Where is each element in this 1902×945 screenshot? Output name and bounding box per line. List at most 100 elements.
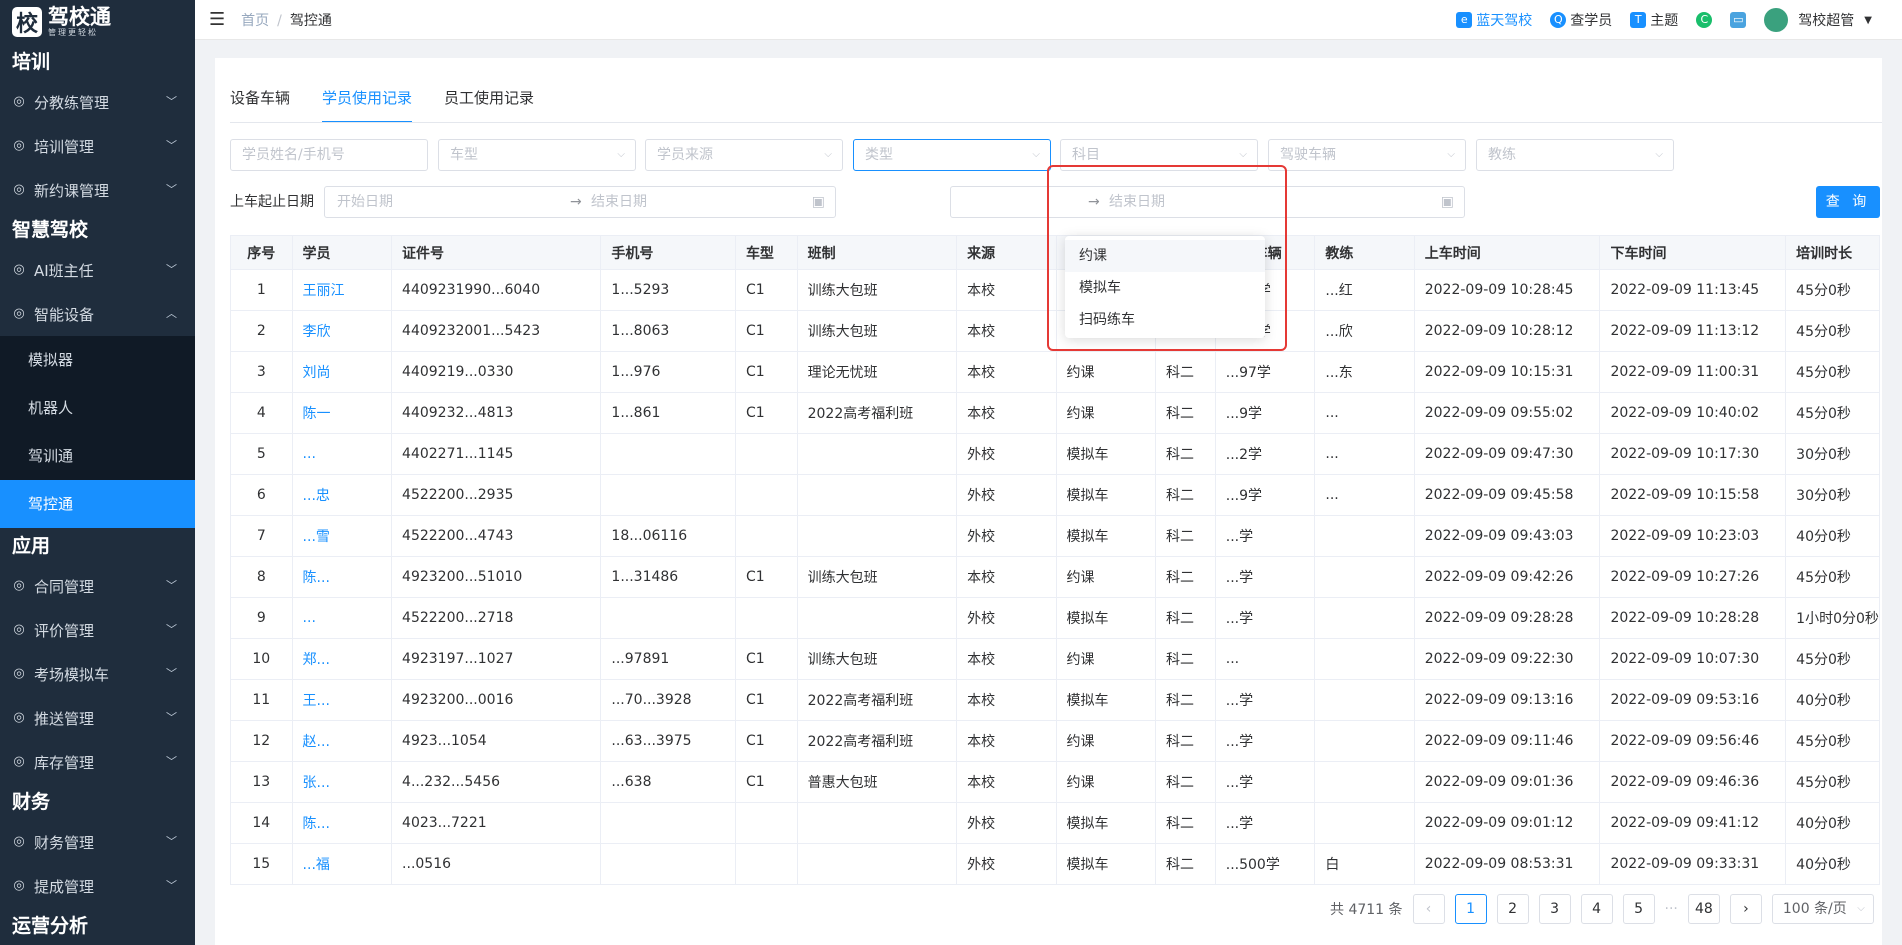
table-cell: 科二 <box>1155 597 1216 639</box>
table-cell: 2022-09-09 11:00:31 <box>1599 351 1787 393</box>
theme-link[interactable]: T 主题 <box>1630 10 1678 30</box>
table-cell: 2022-09-09 10:07:30 <box>1599 638 1787 680</box>
table-cell[interactable]: ... <box>291 597 393 639</box>
table-cell: ...学 <box>1214 720 1316 762</box>
sidebar-item[interactable]: ◎ 分教练管理 ﹀ <box>0 80 195 124</box>
table-cell <box>600 843 736 885</box>
table-cell[interactable]: 郑... <box>291 638 393 680</box>
sidebar-item[interactable]: ◎ AI班主任 ﹀ <box>0 248 195 292</box>
tab-student-records[interactable]: 学员使用记录 <box>322 80 413 123</box>
sidebar-item[interactable]: ◎ 财务管理 ﹀ <box>0 820 195 864</box>
table-row: 15 ...福 ...0516 外校 模拟车 科二 ...500学白 2022-09-09 0… <box>230 843 1880 885</box>
table-cell[interactable]: 刘尚 <box>291 351 393 393</box>
table-cell: 1小时0分0秒 <box>1785 597 1880 639</box>
sidebar-item[interactable]: ◎ 培训管理 ﹀ <box>0 124 195 168</box>
table-cell: 模拟车 <box>1055 843 1156 885</box>
query-button[interactable]: 查 询 <box>1816 186 1880 218</box>
page-3[interactable]: 3 <box>1538 894 1571 924</box>
table-cell <box>734 597 798 639</box>
table-cell: 2022-09-09 10:15:31 <box>1413 351 1601 393</box>
logo: 校 驾校通 管理更轻松 <box>0 0 195 44</box>
car-type-select[interactable]: 车型 ⌵ <box>438 139 636 171</box>
page-4[interactable]: 4 <box>1580 894 1613 924</box>
page-5[interactable]: 5 <box>1622 894 1655 924</box>
sidebar-item[interactable]: ◎ 新约课管理 ﹀ <box>0 168 195 212</box>
column-header: 培训时长 <box>1785 235 1880 270</box>
next-page-button[interactable]: › <box>1729 894 1762 924</box>
table-cell[interactable]: ...福 <box>291 843 393 885</box>
chevron-down-icon: ﹀ <box>166 183 177 196</box>
table-cell: 40分0秒 <box>1785 802 1880 844</box>
pager-ellipsis[interactable]: ··· <box>1665 901 1678 917</box>
column-header: 学员 <box>291 235 393 270</box>
vehicle-select[interactable]: 驾驶车辆 ⌵ <box>1268 139 1466 171</box>
sidebar-item-label: 合同管理 <box>34 577 95 596</box>
page-2[interactable]: 2 <box>1496 894 1529 924</box>
tab-devices[interactable]: 设备车辆 <box>230 80 290 116</box>
sidebar-item[interactable]: ◎ 推送管理 ﹀ <box>0 696 195 740</box>
table-row: 4 陈一 4409232...4813 1...861 C1 2022高考福利班 本校 约课科… <box>230 392 1880 434</box>
coach-select[interactable]: 教练 ⌵ <box>1476 139 1674 171</box>
table-cell[interactable]: 王... <box>291 679 393 721</box>
refresh-icon[interactable]: C <box>1696 12 1713 28</box>
table-cell[interactable]: 陈一 <box>291 392 393 434</box>
user-menu[interactable]: 驾校超管 ▼ <box>1764 8 1872 32</box>
table-cell: 40分0秒 <box>1785 515 1880 557</box>
screen-icon[interactable]: ▭ <box>1730 12 1747 28</box>
sidebar-section-title: 财务 <box>12 791 51 813</box>
chevron-down-icon: ﹀ <box>166 667 177 680</box>
table-cell: 模拟车 <box>1055 433 1156 475</box>
table-cell: 2022-09-09 09:01:12 <box>1413 802 1601 844</box>
message-icon: ◎ <box>13 138 25 153</box>
page-size-select[interactable]: 100 条/页 ⌵ <box>1771 894 1874 924</box>
date-range-picker[interactable]: 开始日期 → 结束日期 ▣ <box>324 186 836 218</box>
page-last[interactable]: 48 <box>1687 894 1720 924</box>
table-cell: 2022-09-09 09:45:58 <box>1413 474 1601 516</box>
hamburger-icon[interactable]: ☰ <box>209 9 225 30</box>
chevron-up-icon: ︿ <box>166 307 177 320</box>
table-cell[interactable]: 张... <box>291 761 393 803</box>
table-cell: 45分0秒 <box>1785 761 1880 803</box>
sidebar-item[interactable]: ◎ 库存管理 ﹀ <box>0 740 195 784</box>
page-1[interactable]: 1 <box>1454 894 1487 924</box>
table-cell <box>796 802 958 844</box>
search-student-link[interactable]: Q 查学员 <box>1550 10 1612 30</box>
chevron-down-icon: ⌵ <box>617 149 625 160</box>
sidebar-subitem[interactable]: 驾控通 <box>0 480 195 528</box>
table-cell[interactable]: 王丽江 <box>291 269 393 311</box>
table-cell: 4522200...2935 <box>391 474 602 516</box>
tab-staff-records[interactable]: 员工使用记录 <box>444 80 534 116</box>
table-cell[interactable]: ...忠 <box>291 474 393 516</box>
table-row: 3 刘尚 4409219...0330 1...976 C1 理论无忧班 本校 约课 科二...… <box>230 351 1880 393</box>
sidebar-item[interactable]: ◎ 考场模拟车 ﹀ <box>0 652 195 696</box>
source-select[interactable]: 学员来源 ⌵ <box>645 139 843 171</box>
table-cell[interactable]: ...雪 <box>291 515 393 557</box>
type-select[interactable]: 类型 ⌵ <box>853 139 1051 171</box>
prev-page-button[interactable]: ‹ <box>1412 894 1445 924</box>
table-cell[interactable]: 陈... <box>291 556 393 598</box>
table-cell: 外校 <box>956 474 1057 516</box>
table-cell: ...97学 <box>1214 351 1316 393</box>
table-cell <box>1314 556 1415 598</box>
table-cell: ...638 <box>600 761 736 803</box>
school-link[interactable]: e 蓝天驾校 <box>1456 10 1532 30</box>
table-cell: 2022-09-09 09:22:30 <box>1413 638 1601 680</box>
breadcrumb-home[interactable]: 首页 <box>241 13 269 29</box>
sidebar-subitem[interactable]: 驾训通 <box>0 432 195 480</box>
table-cell: 本校 <box>956 761 1057 803</box>
sidebar-subitem[interactable]: 机器人 <box>0 384 195 432</box>
table-cell[interactable]: 李欣 <box>291 310 393 352</box>
sidebar-subitem[interactable]: 模拟器 <box>0 336 195 384</box>
name-phone-input[interactable]: 学员姓名/手机号 <box>230 139 428 171</box>
sidebar-item[interactable]: ◎ 智能设备 ︿ <box>0 292 195 336</box>
table-cell[interactable]: 赵... <box>291 720 393 762</box>
sidebar-item[interactable]: ◎ 合同管理 ﹀ <box>0 564 195 608</box>
table-cell[interactable]: 陈... <box>291 802 393 844</box>
table-cell: 30分0秒 <box>1785 474 1880 516</box>
table-cell: 2022-09-09 09:42:26 <box>1413 556 1601 598</box>
table-cell[interactable]: ... <box>291 433 393 475</box>
sidebar-item[interactable]: ◎ 提成管理 ﹀ <box>0 864 195 908</box>
column-header: 证件号 <box>391 235 602 270</box>
table-cell: 科二 <box>1155 679 1216 721</box>
sidebar-item[interactable]: ◎ 评价管理 ﹀ <box>0 608 195 652</box>
